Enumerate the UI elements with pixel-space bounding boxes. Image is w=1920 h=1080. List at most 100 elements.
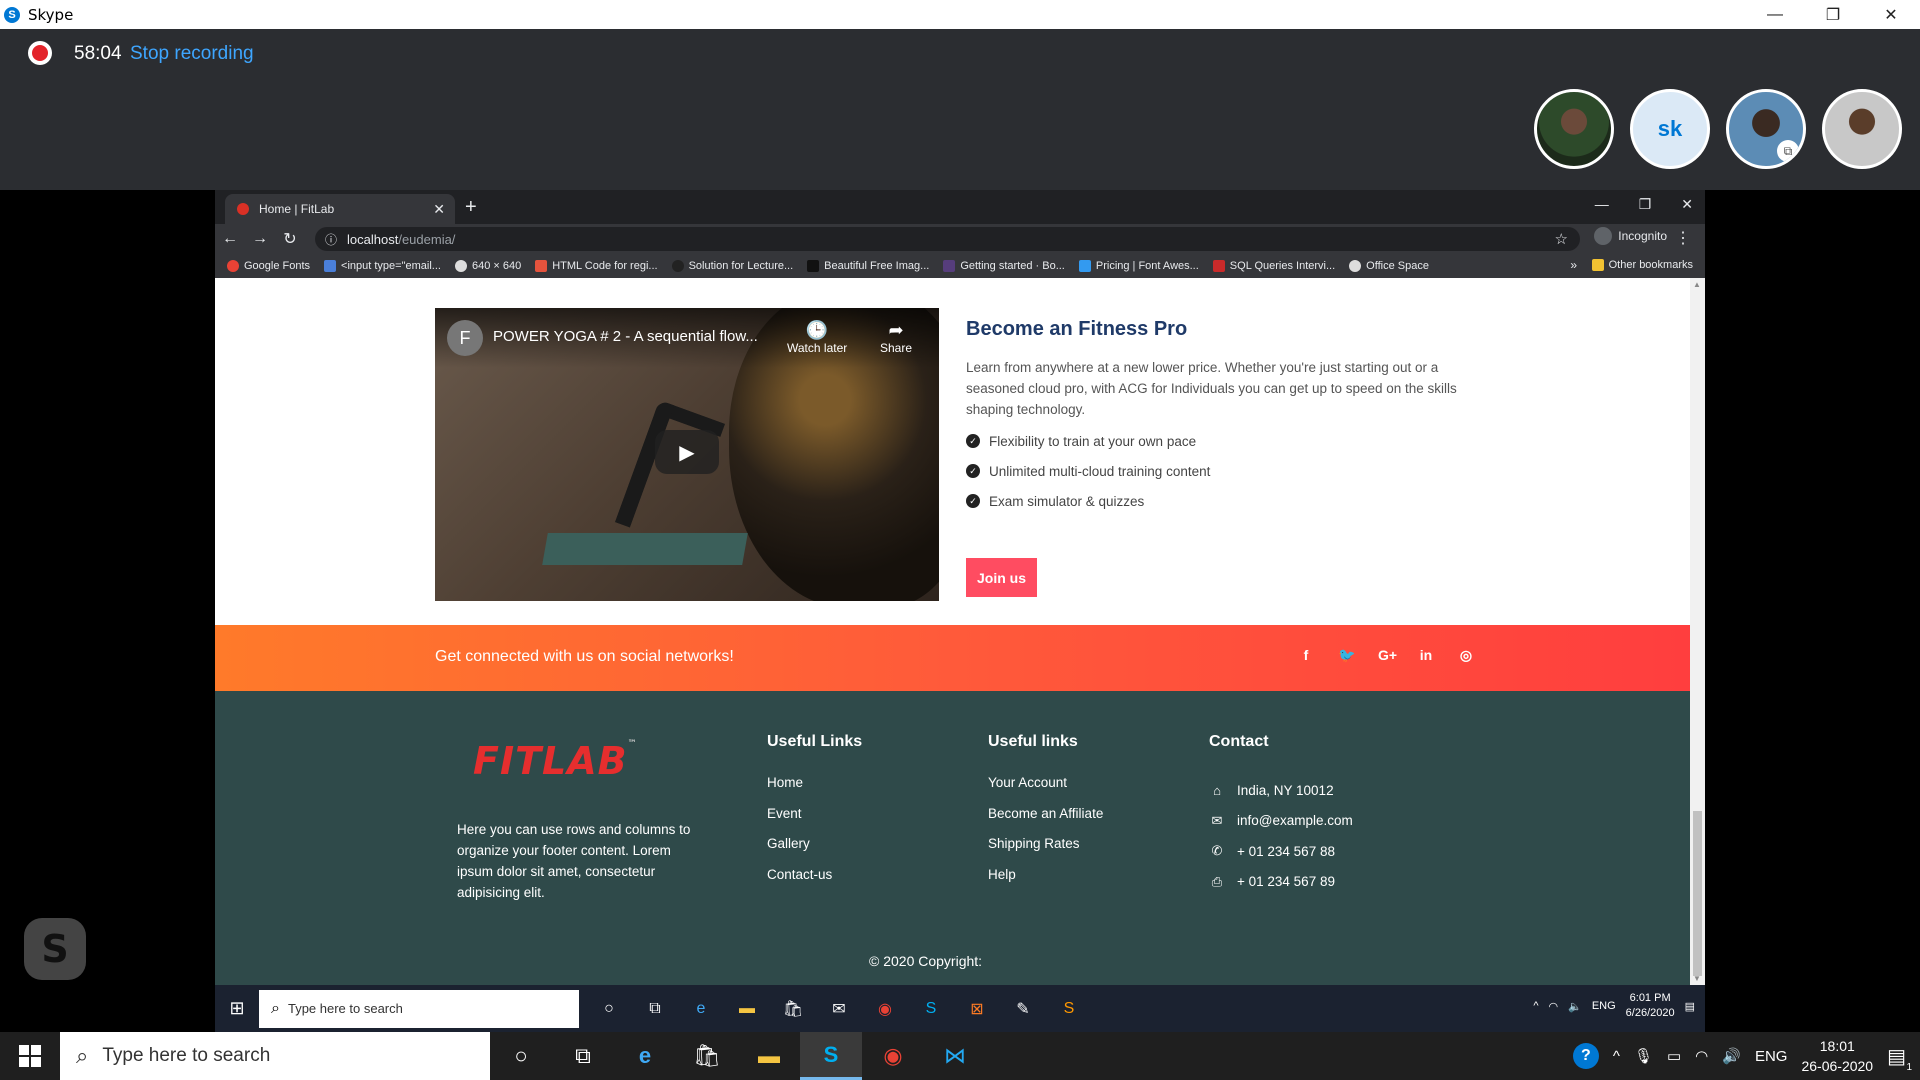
browser-tab[interactable]: Home | FitLab ✕ — [225, 194, 455, 224]
wifi-icon[interactable]: ◠ — [1549, 1000, 1559, 1013]
bookmark-item[interactable]: Solution for Lecture... — [671, 260, 793, 272]
video-player[interactable]: F POWER YOGA # 2 - A sequential flow... … — [435, 308, 939, 601]
notepad-icon[interactable]: ✎ — [1007, 993, 1039, 1025]
footer-link-home[interactable]: Home — [767, 775, 862, 806]
other-bookmarks[interactable]: Other bookmarks — [1591, 259, 1693, 271]
bookmark-item[interactable]: Google Fonts — [227, 260, 310, 272]
bookmark-item[interactable]: SQL Queries Intervi... — [1212, 260, 1335, 272]
sublime-icon[interactable]: S — [1053, 993, 1085, 1025]
wifi-icon[interactable]: ◠ — [1695, 1047, 1708, 1065]
restore-icon[interactable]: ❐ — [1639, 196, 1652, 213]
avatar[interactable]: sk — [1630, 89, 1710, 169]
minimize-icon[interactable]: — — [1595, 196, 1609, 213]
avatar[interactable] — [1534, 89, 1614, 169]
footer-link-affiliate[interactable]: Become an Affiliate — [988, 806, 1103, 837]
tray-chevron-icon[interactable]: ^ — [1533, 1000, 1538, 1012]
share-button[interactable]: ➦ Share — [880, 320, 912, 355]
footer-link-shipping[interactable]: Shipping Rates — [988, 836, 1103, 867]
store-icon[interactable]: 🛍 — [777, 993, 809, 1025]
edge-icon[interactable]: e — [685, 993, 717, 1025]
bookmark-item[interactable]: Beautiful Free Imag... — [807, 260, 929, 272]
back-icon[interactable]: ← — [215, 230, 245, 248]
stop-recording-link[interactable]: Stop recording — [130, 43, 254, 65]
close-icon[interactable]: ✕ — [1681, 196, 1693, 213]
scroll-thumb[interactable] — [1693, 811, 1702, 976]
close-tab-icon[interactable]: ✕ — [433, 201, 445, 218]
windows-start-icon[interactable] — [0, 1032, 60, 1080]
notifications-icon[interactable]: ▤ 1 — [1887, 1044, 1912, 1073]
bookmark-item[interactable]: 640 × 640 — [454, 260, 521, 272]
bookmark-item[interactable]: Office Space — [1349, 260, 1429, 272]
more-bookmarks-icon[interactable]: » — [1570, 258, 1577, 272]
facebook-icon[interactable]: f — [1298, 647, 1314, 664]
file-explorer-icon[interactable]: ▬ — [738, 1032, 800, 1080]
microphone-icon[interactable]: 🎙 — [1634, 1047, 1653, 1065]
watch-later-button[interactable]: 🕒 Watch later — [787, 320, 847, 355]
windows-start-icon[interactable]: ⊞ — [215, 998, 259, 1019]
instagram-icon[interactable]: ◎ — [1458, 647, 1474, 664]
language-indicator[interactable]: ENG — [1592, 1000, 1616, 1012]
video-title[interactable]: POWER YOGA # 2 - A sequential flow... — [493, 328, 758, 345]
bookmark-item[interactable]: <input type="email... — [324, 260, 441, 272]
language-indicator[interactable]: ENG — [1755, 1048, 1788, 1065]
channel-avatar[interactable]: F — [447, 320, 483, 356]
avatar[interactable] — [1822, 89, 1902, 169]
footer-link-account[interactable]: Your Account — [988, 775, 1103, 806]
page-scrollbar[interactable]: ▲ ▼ — [1690, 278, 1705, 985]
incognito-indicator[interactable]: Incognito — [1594, 227, 1667, 245]
chrome-icon[interactable]: ◉ — [862, 1032, 924, 1080]
footer-link-help[interactable]: Help — [988, 867, 1103, 898]
tray-chevron-icon[interactable]: ^ — [1613, 1048, 1620, 1065]
cortana-icon[interactable]: ○ — [490, 1032, 552, 1080]
reload-icon[interactable]: ↻ — [275, 229, 305, 249]
footer-link-gallery[interactable]: Gallery — [767, 836, 862, 867]
edge-icon[interactable]: e — [614, 1032, 676, 1080]
join-us-button[interactable]: Join us — [966, 558, 1037, 597]
clock[interactable]: 18:01 26-06-2020 — [1801, 1036, 1873, 1076]
fitlab-logo[interactable]: FITLAB™ — [473, 739, 638, 783]
google-plus-icon[interactable]: G+ — [1378, 647, 1397, 664]
linkedin-icon[interactable]: in — [1418, 647, 1434, 664]
file-explorer-icon[interactable]: ▬ — [731, 993, 763, 1025]
play-icon[interactable]: ▶ — [655, 430, 719, 474]
taskbar-search[interactable]: ⌕ Type here to search — [60, 1032, 490, 1080]
bookmark-item[interactable]: Getting started · Bo... — [943, 260, 1065, 272]
bookmark-item[interactable]: HTML Code for regi... — [535, 260, 658, 272]
skype-floating-icon[interactable]: S — [24, 918, 86, 980]
scroll-up-icon[interactable]: ▲ — [1693, 280, 1701, 289]
volume-icon[interactable]: 🔊 — [1722, 1047, 1741, 1065]
skype-icon[interactable]: S — [915, 993, 947, 1025]
notifications-icon[interactable]: ▤ — [1685, 1000, 1695, 1013]
forward-icon[interactable]: → — [245, 230, 275, 248]
battery-icon[interactable]: ▭ — [1667, 1047, 1681, 1065]
address-bar[interactable]: ⓘ localhost/eudemia/ ☆ — [315, 227, 1580, 251]
store-icon[interactable]: 🛍 — [676, 1032, 738, 1080]
minimize-icon[interactable]: — — [1746, 0, 1804, 29]
volume-icon[interactable]: 🔈 — [1568, 1000, 1582, 1013]
restore-icon[interactable]: ❐ — [1804, 0, 1862, 29]
vscode-icon[interactable]: ⋈ — [924, 1032, 986, 1080]
cortana-icon[interactable]: ○ — [593, 993, 625, 1025]
twitter-icon[interactable]: 🐦 — [1338, 647, 1355, 664]
taskbar-search[interactable]: ⌕ Type here to search — [259, 989, 579, 1028]
footer-link-contact[interactable]: Contact-us — [767, 867, 862, 898]
browser-menu-icon[interactable]: ⋮ — [1675, 228, 1691, 248]
shared-clock[interactable]: 6:01 PM 6/26/2020 — [1626, 991, 1675, 1021]
clock-time: 6:01 PM — [1629, 992, 1671, 1004]
chrome-icon[interactable]: ◉ — [869, 993, 901, 1025]
bookmark-item[interactable]: Pricing | Font Awes... — [1078, 260, 1199, 272]
new-tab-icon[interactable]: + — [465, 196, 477, 219]
footer-link-event[interactable]: Event — [767, 806, 862, 837]
help-icon[interactable]: ? — [1572, 1043, 1599, 1069]
contact-email[interactable]: ✉ info@example.com — [1209, 806, 1353, 837]
bookmark-star-icon[interactable]: ☆ — [1555, 230, 1568, 248]
avatar[interactable]: ⧉ — [1726, 89, 1806, 169]
mail-icon[interactable]: ✉ — [823, 993, 855, 1025]
scroll-down-icon[interactable]: ▼ — [1693, 974, 1701, 983]
skype-icon[interactable]: S — [800, 1032, 862, 1080]
info-icon[interactable]: ⓘ — [325, 231, 337, 248]
xampp-icon[interactable]: ⊠ — [961, 993, 993, 1025]
task-view-icon[interactable]: ⧉ — [552, 1032, 614, 1080]
close-icon[interactable]: ✕ — [1862, 0, 1920, 29]
task-view-icon[interactable]: ⧉ — [639, 993, 671, 1025]
